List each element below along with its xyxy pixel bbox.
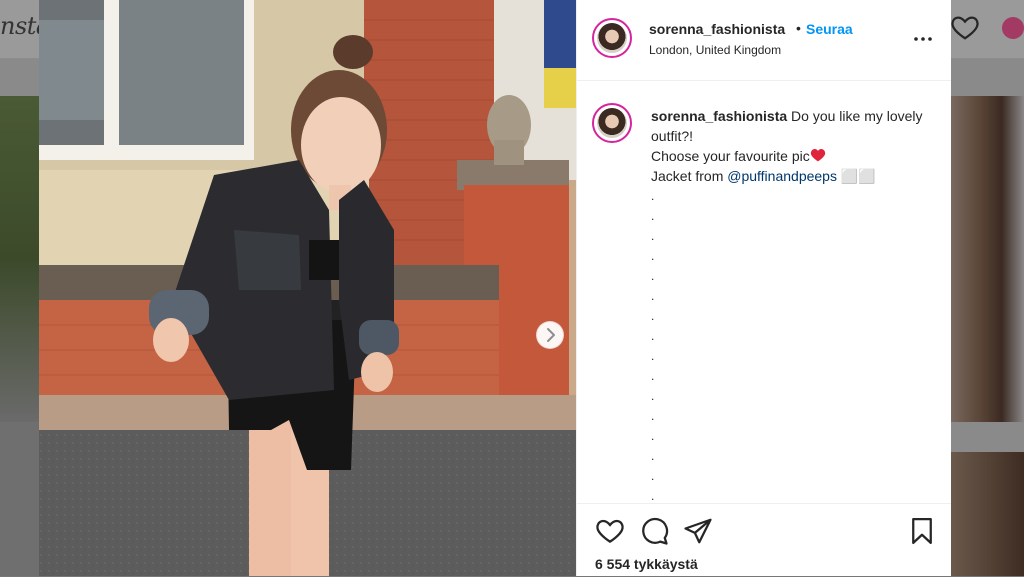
caption-text: sorenna_fashionista Do you like my lovel… bbox=[651, 106, 936, 503]
author-avatar-image bbox=[597, 23, 627, 53]
background-post-image bbox=[0, 96, 40, 422]
caption-dot-line: . bbox=[651, 189, 655, 203]
background-post-image bbox=[950, 452, 1024, 576]
caption-line-3-prefix: Jacket from bbox=[651, 168, 728, 184]
caption-avatar[interactable] bbox=[592, 103, 632, 143]
post-location[interactable]: London, United Kingdom bbox=[649, 43, 781, 57]
post-photo bbox=[39, 0, 576, 576]
caption-line-2: Choose your favourite pic bbox=[651, 148, 810, 164]
paper-plane-icon[interactable] bbox=[683, 516, 713, 546]
caption-dots: ................ bbox=[651, 186, 936, 503]
post-actions: 6 554 tykkäystä bbox=[577, 503, 951, 577]
more-options-icon[interactable] bbox=[911, 27, 935, 51]
caption-line-3-suffix: ⬜⬜ bbox=[836, 168, 876, 184]
caption-dot-line: . bbox=[651, 409, 655, 423]
caption-dot-line: . bbox=[651, 289, 655, 303]
caption-avatar-image bbox=[597, 108, 627, 138]
comment-icon[interactable] bbox=[639, 516, 669, 546]
caption-dot-line: . bbox=[651, 349, 655, 363]
post-header: sorenna_fashionista • Seuraa London, Uni… bbox=[577, 0, 951, 81]
post-photo-illustration bbox=[39, 0, 576, 576]
caption-mention[interactable]: @puffinandpeeps bbox=[727, 168, 837, 184]
follow-button[interactable]: Seuraa bbox=[806, 21, 853, 37]
likes-count[interactable]: 6 554 tykkäystä bbox=[595, 556, 698, 572]
caption-dot-line: . bbox=[651, 469, 655, 483]
bookmark-icon[interactable] bbox=[907, 516, 937, 546]
post-side-panel: sorenna_fashionista • Seuraa London, Uni… bbox=[576, 0, 951, 576]
caption-dot-line: . bbox=[651, 249, 655, 263]
chevron-right-icon[interactable] bbox=[536, 321, 564, 349]
caption-dot-line: . bbox=[651, 389, 655, 403]
caption-dot-line: . bbox=[651, 309, 655, 323]
post-caption: sorenna_fashionista Do you like my lovel… bbox=[577, 81, 951, 503]
author-username[interactable]: sorenna_fashionista bbox=[649, 21, 785, 37]
post-modal: sorenna_fashionista • Seuraa London, Uni… bbox=[39, 0, 951, 576]
caption-dot-line: . bbox=[651, 269, 655, 283]
caption-username[interactable]: sorenna_fashionista bbox=[651, 108, 787, 124]
caption-dot-line: . bbox=[651, 449, 655, 463]
background-post-image bbox=[950, 96, 1024, 422]
caption-dot-line: . bbox=[651, 489, 655, 503]
red-heart-emoji-icon bbox=[810, 148, 825, 162]
caption-dot-line: . bbox=[651, 329, 655, 343]
caption-dot-line: . bbox=[651, 209, 655, 223]
background-post-image bbox=[0, 422, 40, 576]
caption-dot-line: . bbox=[651, 429, 655, 443]
heart-icon[interactable] bbox=[595, 516, 625, 546]
author-avatar[interactable] bbox=[592, 18, 632, 58]
caption-dot-line: . bbox=[651, 229, 655, 243]
activity-heart-icon bbox=[951, 16, 979, 40]
caption-dot-line: . bbox=[651, 369, 655, 383]
profile-avatar bbox=[1002, 17, 1024, 39]
header-separator: • bbox=[796, 20, 801, 36]
